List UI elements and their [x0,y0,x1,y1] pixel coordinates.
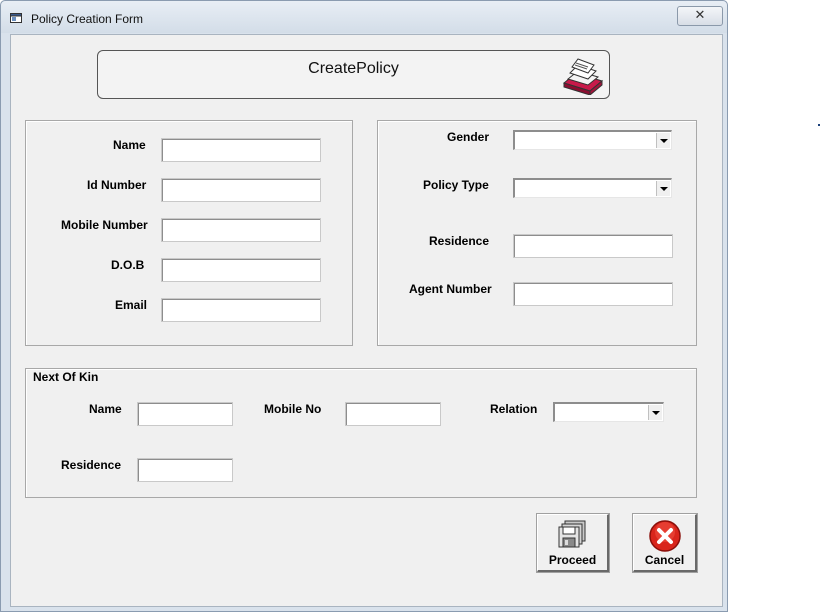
cancel-button[interactable]: Cancel [632,513,698,573]
floppy-disks-icon [558,520,585,548]
gender-select[interactable] [513,130,672,150]
create-policy-banner: CreatePolicy [97,50,610,99]
red-x-icon [648,520,681,552]
next-of-kin-group [25,368,697,498]
residence-input[interactable] [513,234,673,258]
policy-details-group [377,120,697,346]
agent-number-input[interactable] [513,282,673,306]
chevron-down-icon[interactable] [648,405,662,420]
gender-label: Gender [447,130,490,144]
residence-label: Residence [429,234,490,248]
card-file-icon [562,58,604,95]
email-input[interactable] [161,298,321,322]
email-label: Email [115,298,148,312]
title-bar[interactable]: Policy Creation Form ✕ [1,1,727,33]
window-title: Policy Creation Form [31,12,144,26]
mobile-number-input[interactable] [161,218,321,242]
background-speck [818,124,820,126]
chevron-down-icon[interactable] [656,133,670,148]
name-label: Name [113,138,146,152]
kin-mobile-label: Mobile No [264,402,322,416]
dob-input[interactable] [161,258,321,282]
relation-select[interactable] [553,402,664,422]
mobile-number-label: Mobile Number [61,218,148,232]
policy-type-label: Policy Type [423,178,489,192]
relation-label: Relation [490,402,538,416]
close-icon: ✕ [694,7,706,22]
close-button[interactable]: ✕ [677,6,723,26]
id-number-label: Id Number [87,178,147,192]
dob-label: D.O.B [111,258,145,272]
id-number-input[interactable] [161,178,321,202]
app-icon [10,13,22,23]
chevron-down-icon[interactable] [656,181,670,196]
policy-type-select[interactable] [513,178,672,198]
agent-number-label: Agent Number [409,282,492,296]
banner-title: CreatePolicy [308,60,399,77]
next-of-kin-caption: Next Of Kin [32,370,100,384]
kin-residence-input[interactable] [137,458,233,482]
kin-name-label: Name [89,402,122,416]
kin-residence-label: Residence [61,458,122,472]
name-input[interactable] [161,138,321,162]
proceed-button[interactable]: Proceed [536,513,610,573]
cancel-label: Cancel [644,553,685,567]
proceed-label: Proceed [548,553,597,567]
kin-mobile-input[interactable] [345,402,441,426]
kin-name-input[interactable] [137,402,233,426]
